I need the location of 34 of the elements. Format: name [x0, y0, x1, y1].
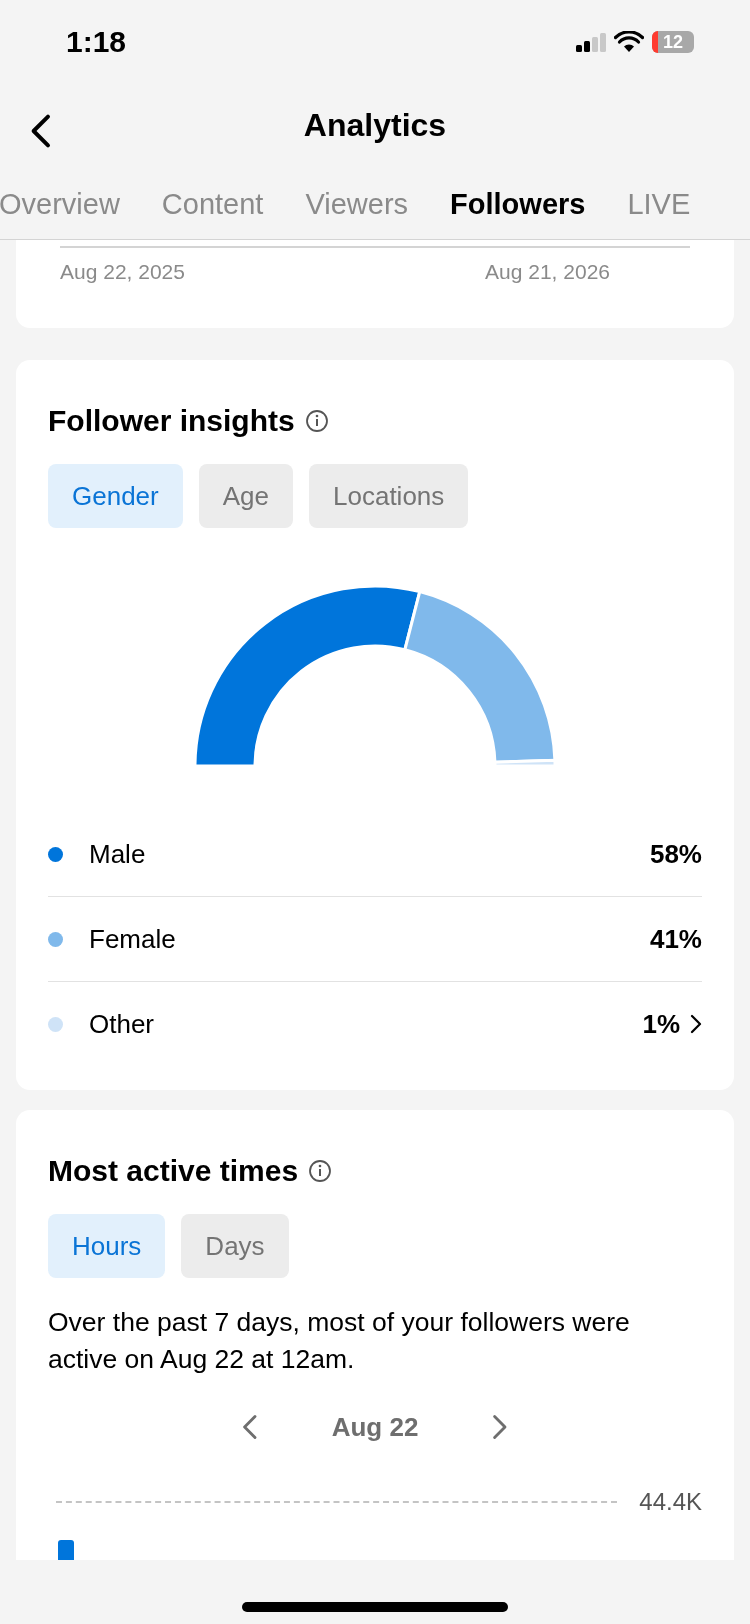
start-date: Aug 22, 2025 [60, 260, 185, 284]
legend-value: 1% [642, 1008, 680, 1040]
tab[interactable]: Overview [0, 165, 141, 239]
page-title: Analytics [303, 106, 447, 144]
back-icon [30, 112, 52, 149]
legend-label: Other [89, 1008, 156, 1040]
end-date: Aug 21, 2026 [485, 260, 610, 284]
chevron-left-icon [242, 1414, 258, 1440]
summary-text: Over the past 7 days, most of your followers were active on Aug 22 at 12am. [48, 1306, 631, 1376]
card-title: Most active times [48, 1154, 299, 1188]
info-icon[interactable] [304, 409, 329, 433]
tab[interactable]: Content [140, 165, 285, 239]
axis-label: 44.4K [639, 1488, 702, 1516]
date-label: Aug 22 [331, 1411, 419, 1443]
filter-chip[interactable]: Gender [48, 464, 183, 528]
status-time: 1:18 [66, 25, 127, 60]
legend-value: 41% [649, 923, 702, 955]
tab[interactable]: LIVE [606, 165, 712, 239]
chart-bar [58, 1540, 74, 1560]
info-icon[interactable] [308, 1159, 333, 1183]
filter-chip[interactable]: Locations [309, 464, 469, 528]
chevron-right-icon [492, 1414, 508, 1440]
filter-chip[interactable]: Days [181, 1214, 289, 1278]
filter-chip[interactable]: Hours [48, 1214, 166, 1278]
chevron-icon [690, 1014, 702, 1034]
legend-label: Male [89, 838, 147, 870]
legend-value: 58% [649, 838, 702, 870]
signal-icon [576, 32, 606, 53]
legend-label: Female [89, 923, 177, 955]
battery-level: 12 [652, 31, 694, 54]
filter-chip[interactable]: Age [198, 464, 293, 528]
card-title: Follower insights [48, 404, 295, 438]
wifi-icon [614, 31, 644, 54]
tab[interactable]: Viewers [284, 165, 430, 239]
